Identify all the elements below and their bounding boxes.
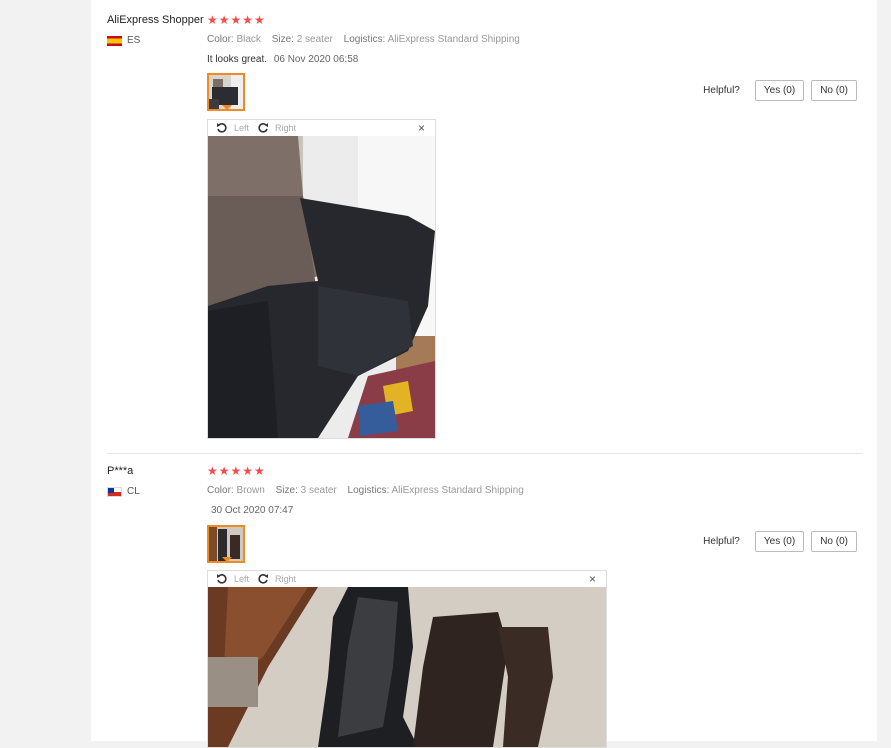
sofa-thumbnail-image xyxy=(209,75,243,109)
size-label: Size: xyxy=(271,34,294,45)
reviewer-country: ES xyxy=(107,35,140,46)
rotate-left-button[interactable]: Left xyxy=(216,573,249,585)
rotate-left-label: Left xyxy=(234,123,250,133)
rotate-left-icon xyxy=(217,574,227,584)
logistics-label: Logistics: xyxy=(347,485,390,496)
reviews-panel: AliExpress Shopper ES ★★★★★ Color: Black… xyxy=(91,0,877,748)
reviewer-name: AliExpress Shopper xyxy=(107,14,204,26)
chile-flag-icon xyxy=(107,486,122,497)
review-feedback: It looks great. 06 Nov 2020 06:58 xyxy=(207,54,358,65)
helpful-no-button[interactable]: No (0) xyxy=(811,531,857,552)
sofa-review-photo xyxy=(208,136,435,438)
review-photo-thumbnail[interactable] xyxy=(207,525,245,563)
country-code: ES xyxy=(127,35,141,46)
order-attributes: Color: Black Size: 2 seater Logistics: A… xyxy=(207,34,520,45)
review-photo-thumbnail[interactable] xyxy=(207,73,245,111)
photo-viewer-toolbar: Left Right × xyxy=(208,120,435,136)
review-text: It looks great. xyxy=(207,54,268,65)
spain-flag-icon xyxy=(107,35,122,46)
rotate-left-button[interactable]: Left xyxy=(216,122,249,134)
size-value: 2 seater xyxy=(296,34,333,45)
rotate-right-icon xyxy=(258,574,269,584)
logistics-value: AliExpress Standard Shipping xyxy=(387,34,520,45)
helpful-label: Helpful? xyxy=(703,536,740,547)
photo-viewer: Left Right × xyxy=(207,570,607,748)
reviewer-name: P***a xyxy=(107,465,134,477)
helpful-section: Helpful? Yes (0) No (0) xyxy=(703,80,857,101)
photo-viewer: Left Right × xyxy=(207,119,436,439)
close-viewer-icon[interactable]: × xyxy=(589,572,596,586)
helpful-no-button[interactable]: No (0) xyxy=(811,80,857,101)
review-date: 30 Oct 2020 07:47 xyxy=(211,505,294,516)
rotate-right-label: Right xyxy=(275,123,297,133)
color-label: Color: xyxy=(207,34,234,45)
review-date: 06 Nov 2020 06:58 xyxy=(273,54,359,65)
country-code: CL xyxy=(127,486,140,497)
helpful-yes-button[interactable]: Yes (0) xyxy=(754,80,805,101)
order-attributes: Color: Brown Size: 3 seater Logistics: A… xyxy=(207,485,524,496)
color-value: Brown xyxy=(236,485,265,496)
rotate-right-label: Right xyxy=(275,574,297,584)
color-value: Black xyxy=(236,34,261,45)
helpful-label: Helpful? xyxy=(703,85,740,96)
review-divider xyxy=(107,453,863,454)
star-rating: ★★★★★ xyxy=(207,464,266,478)
logistics-label: Logistics: xyxy=(343,34,386,45)
sofa-covers-review-photo xyxy=(208,587,606,747)
review-feedback: 30 Oct 2020 07:47 xyxy=(207,505,293,516)
reviewer-country: CL xyxy=(107,486,140,497)
star-rating: ★★★★★ xyxy=(207,13,266,27)
rotate-right-button[interactable]: Right xyxy=(257,573,296,585)
size-value: 3 seater xyxy=(300,485,337,496)
covers-thumbnail-image xyxy=(209,527,243,561)
helpful-section: Helpful? Yes (0) No (0) xyxy=(703,531,857,552)
logistics-value: AliExpress Standard Shipping xyxy=(391,485,524,496)
size-label: Size: xyxy=(275,485,298,496)
rotate-right-button[interactable]: Right xyxy=(257,122,296,134)
color-label: Color: xyxy=(207,485,234,496)
rotate-right-icon xyxy=(258,123,269,133)
rotate-left-label: Left xyxy=(234,574,250,584)
helpful-yes-button[interactable]: Yes (0) xyxy=(754,531,805,552)
photo-viewer-toolbar: Left Right × xyxy=(208,571,606,587)
close-viewer-icon[interactable]: × xyxy=(418,121,425,135)
rotate-left-icon xyxy=(217,123,227,133)
